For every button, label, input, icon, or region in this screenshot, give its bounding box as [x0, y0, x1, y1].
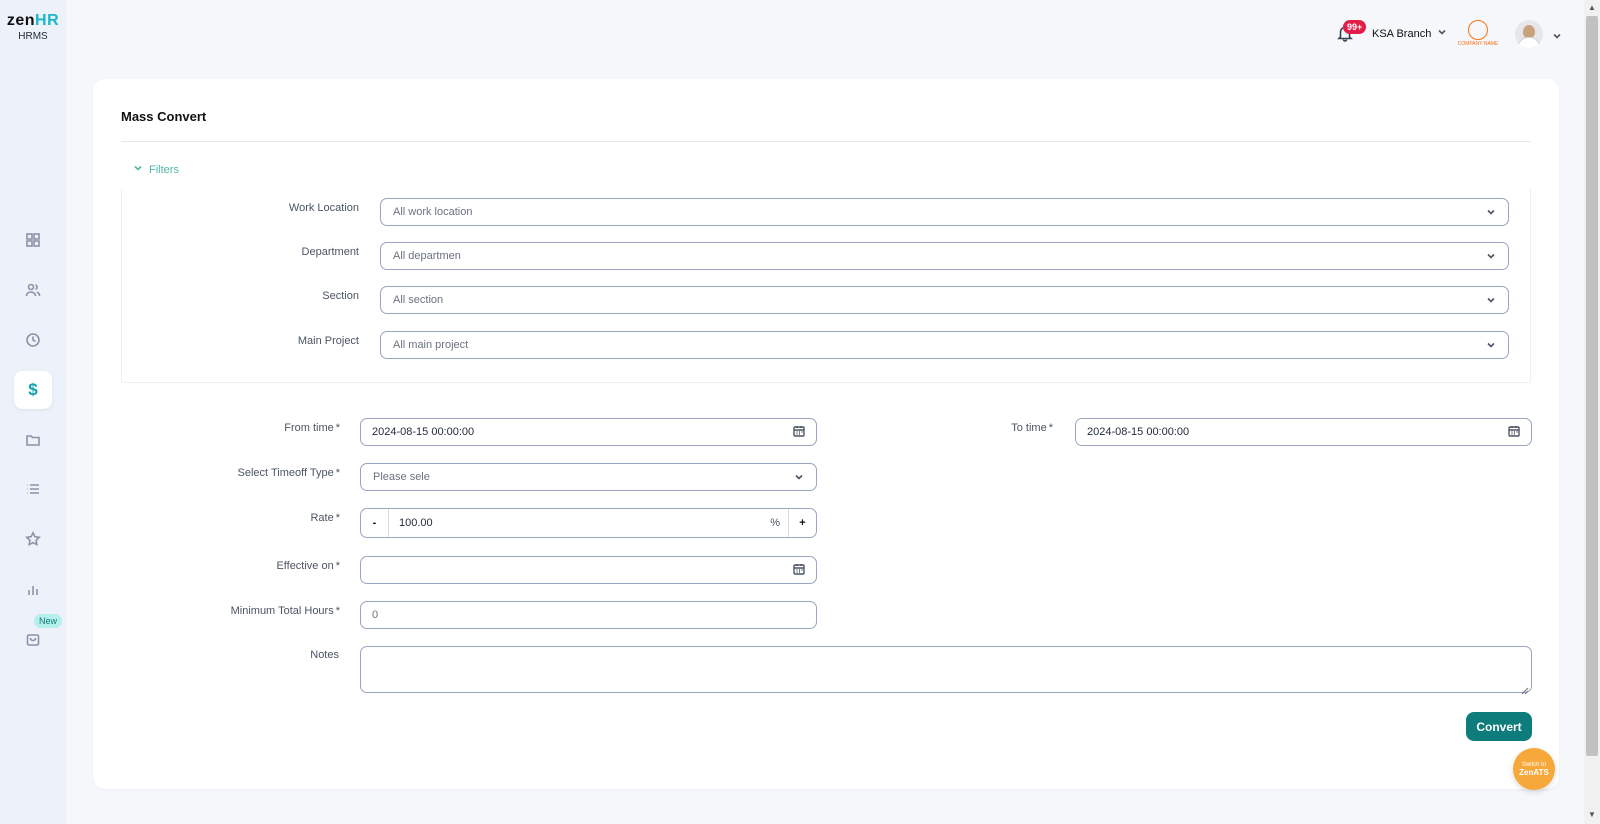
notifications-count: 99+ — [1343, 20, 1367, 34]
filter-label-work-location: Work Location — [288, 202, 359, 214]
section-value: All section — [393, 294, 444, 306]
main-project-select[interactable]: All main project — [380, 331, 1509, 359]
logo-zen: zen — [6, 12, 36, 29]
company-logo: COMPANY NAME — [1456, 18, 1500, 48]
work-location-select[interactable]: All work location — [380, 198, 1509, 226]
filter-label-main-project: Main Project — [297, 335, 359, 347]
rate-label-text: Rate — [310, 512, 334, 524]
min-hours-input[interactable]: 0 — [360, 601, 817, 629]
rate-input[interactable]: 100.00 — [389, 509, 762, 537]
timeoff-type-label: Select Timeoff Type * — [180, 467, 340, 479]
min-hours-label: Minimum Total Hours * — [180, 605, 340, 617]
chevron-down-icon[interactable] — [1552, 28, 1562, 46]
rate-stepper[interactable]: - 100.00 % + — [360, 508, 817, 538]
switch-to-zenats-button[interactable]: Switch to ZenATS — [1513, 748, 1555, 790]
required-marker: * — [335, 467, 340, 479]
filters-toggle[interactable]: Filters — [133, 163, 179, 176]
rate-label: Rate * — [180, 512, 340, 524]
min-hours-value: 0 — [372, 609, 379, 621]
sidebar-item-documents[interactable] — [14, 421, 52, 459]
page-title: Mass Convert — [121, 109, 207, 124]
chevron-down-icon — [794, 472, 804, 482]
branch-selector[interactable]: KSA Branch — [1372, 27, 1447, 40]
to-time-label-text: To time — [1011, 422, 1047, 434]
from-time-value: 2024-08-15 00:00:00 — [372, 426, 475, 438]
sidebar-item-payroll[interactable]: $ — [14, 371, 52, 409]
effective-on-input[interactable] — [360, 556, 817, 584]
switch-ats-line2: ZenATS — [1519, 767, 1549, 777]
sidebar-item-performance[interactable] — [14, 520, 52, 558]
logo-product: HRMS — [18, 31, 48, 42]
app-logo[interactable]: zenHR HRMS — [0, 12, 66, 42]
from-time-label-text: From time — [284, 422, 334, 434]
globe-icon — [1468, 19, 1488, 40]
logo-hr: HR — [35, 12, 60, 29]
grid-icon — [26, 233, 40, 247]
filters-label: Filters — [149, 163, 179, 176]
notes-label: Notes — [310, 649, 339, 661]
resize-handle-icon[interactable] — [1521, 682, 1529, 695]
chevron-down-icon — [1486, 251, 1496, 261]
calendar-icon[interactable] — [793, 425, 805, 440]
sidebar-item-lists[interactable] — [14, 470, 52, 508]
folder-icon — [26, 435, 40, 446]
chevron-down-icon — [133, 163, 143, 176]
scroll-up-icon[interactable]: ▲ — [1588, 3, 1596, 12]
section-select[interactable]: All section — [380, 286, 1509, 314]
scrollbar-thumb[interactable] — [1586, 16, 1598, 756]
sidebar-item-employees[interactable] — [14, 271, 52, 309]
bag-icon — [26, 634, 40, 646]
convert-button[interactable]: Convert — [1466, 712, 1532, 741]
rate-increment-button[interactable]: + — [788, 509, 816, 537]
to-time-input[interactable]: 2024-08-15 00:00:00 — [1075, 418, 1532, 446]
divider — [121, 141, 1531, 142]
users-icon — [25, 283, 41, 297]
avatar[interactable] — [1515, 20, 1543, 48]
branch-label: KSA Branch — [1372, 27, 1432, 40]
effective-on-label-text: Effective on — [276, 560, 334, 572]
list-icon — [27, 484, 39, 494]
sidebar-item-time[interactable] — [14, 321, 52, 359]
calendar-icon[interactable] — [793, 563, 805, 578]
required-marker: * — [1048, 422, 1053, 434]
new-badge: New — [34, 614, 63, 628]
required-marker: * — [335, 560, 340, 572]
sidebar: zenHR HRMS $ New — [0, 0, 66, 824]
effective-on-label: Effective on * — [180, 560, 340, 572]
chevron-down-icon — [1486, 340, 1496, 350]
main-project-value: All main project — [393, 339, 469, 351]
filter-label-section: Section — [322, 290, 359, 302]
required-marker: * — [335, 422, 340, 434]
filter-label-department: Department — [301, 246, 359, 258]
notes-textarea[interactable] — [360, 646, 1532, 695]
chevron-down-icon — [1486, 207, 1496, 217]
clock-icon — [26, 333, 40, 347]
company-logo-text: COMPANY NAME — [1457, 40, 1499, 47]
sidebar-item-dashboard[interactable] — [14, 221, 52, 259]
from-time-input[interactable]: 2024-08-15 00:00:00 — [360, 418, 817, 446]
timeoff-type-label-text: Select Timeoff Type — [237, 467, 334, 479]
star-icon — [25, 531, 41, 547]
dollar-icon: $ — [28, 380, 38, 399]
rate-decrement-button[interactable]: - — [361, 509, 389, 537]
required-marker: * — [335, 605, 340, 617]
from-time-label: From time * — [180, 422, 340, 434]
timeoff-type-placeholder: Please sele — [373, 471, 430, 483]
to-time-label: To time * — [900, 422, 1053, 434]
rate-unit: % — [770, 517, 780, 529]
min-hours-label-text: Minimum Total Hours — [230, 605, 334, 617]
required-marker: * — [335, 512, 340, 524]
scroll-down-icon[interactable]: ▼ — [1588, 810, 1596, 819]
timeoff-type-select[interactable]: Please sele — [360, 463, 817, 491]
chevron-down-icon — [1437, 27, 1447, 40]
chevron-down-icon — [1486, 295, 1496, 305]
department-select[interactable]: All departmen — [380, 242, 1509, 270]
work-location-value: All work location — [393, 206, 473, 218]
scrollbar[interactable]: ▲ ▼ — [1584, 0, 1600, 824]
to-time-value: 2024-08-15 00:00:00 — [1087, 426, 1190, 438]
sidebar-item-reports[interactable] — [14, 570, 52, 608]
calendar-icon[interactable] — [1508, 425, 1520, 440]
department-value: All departmen — [393, 250, 461, 262]
bar-chart-icon — [28, 586, 38, 595]
